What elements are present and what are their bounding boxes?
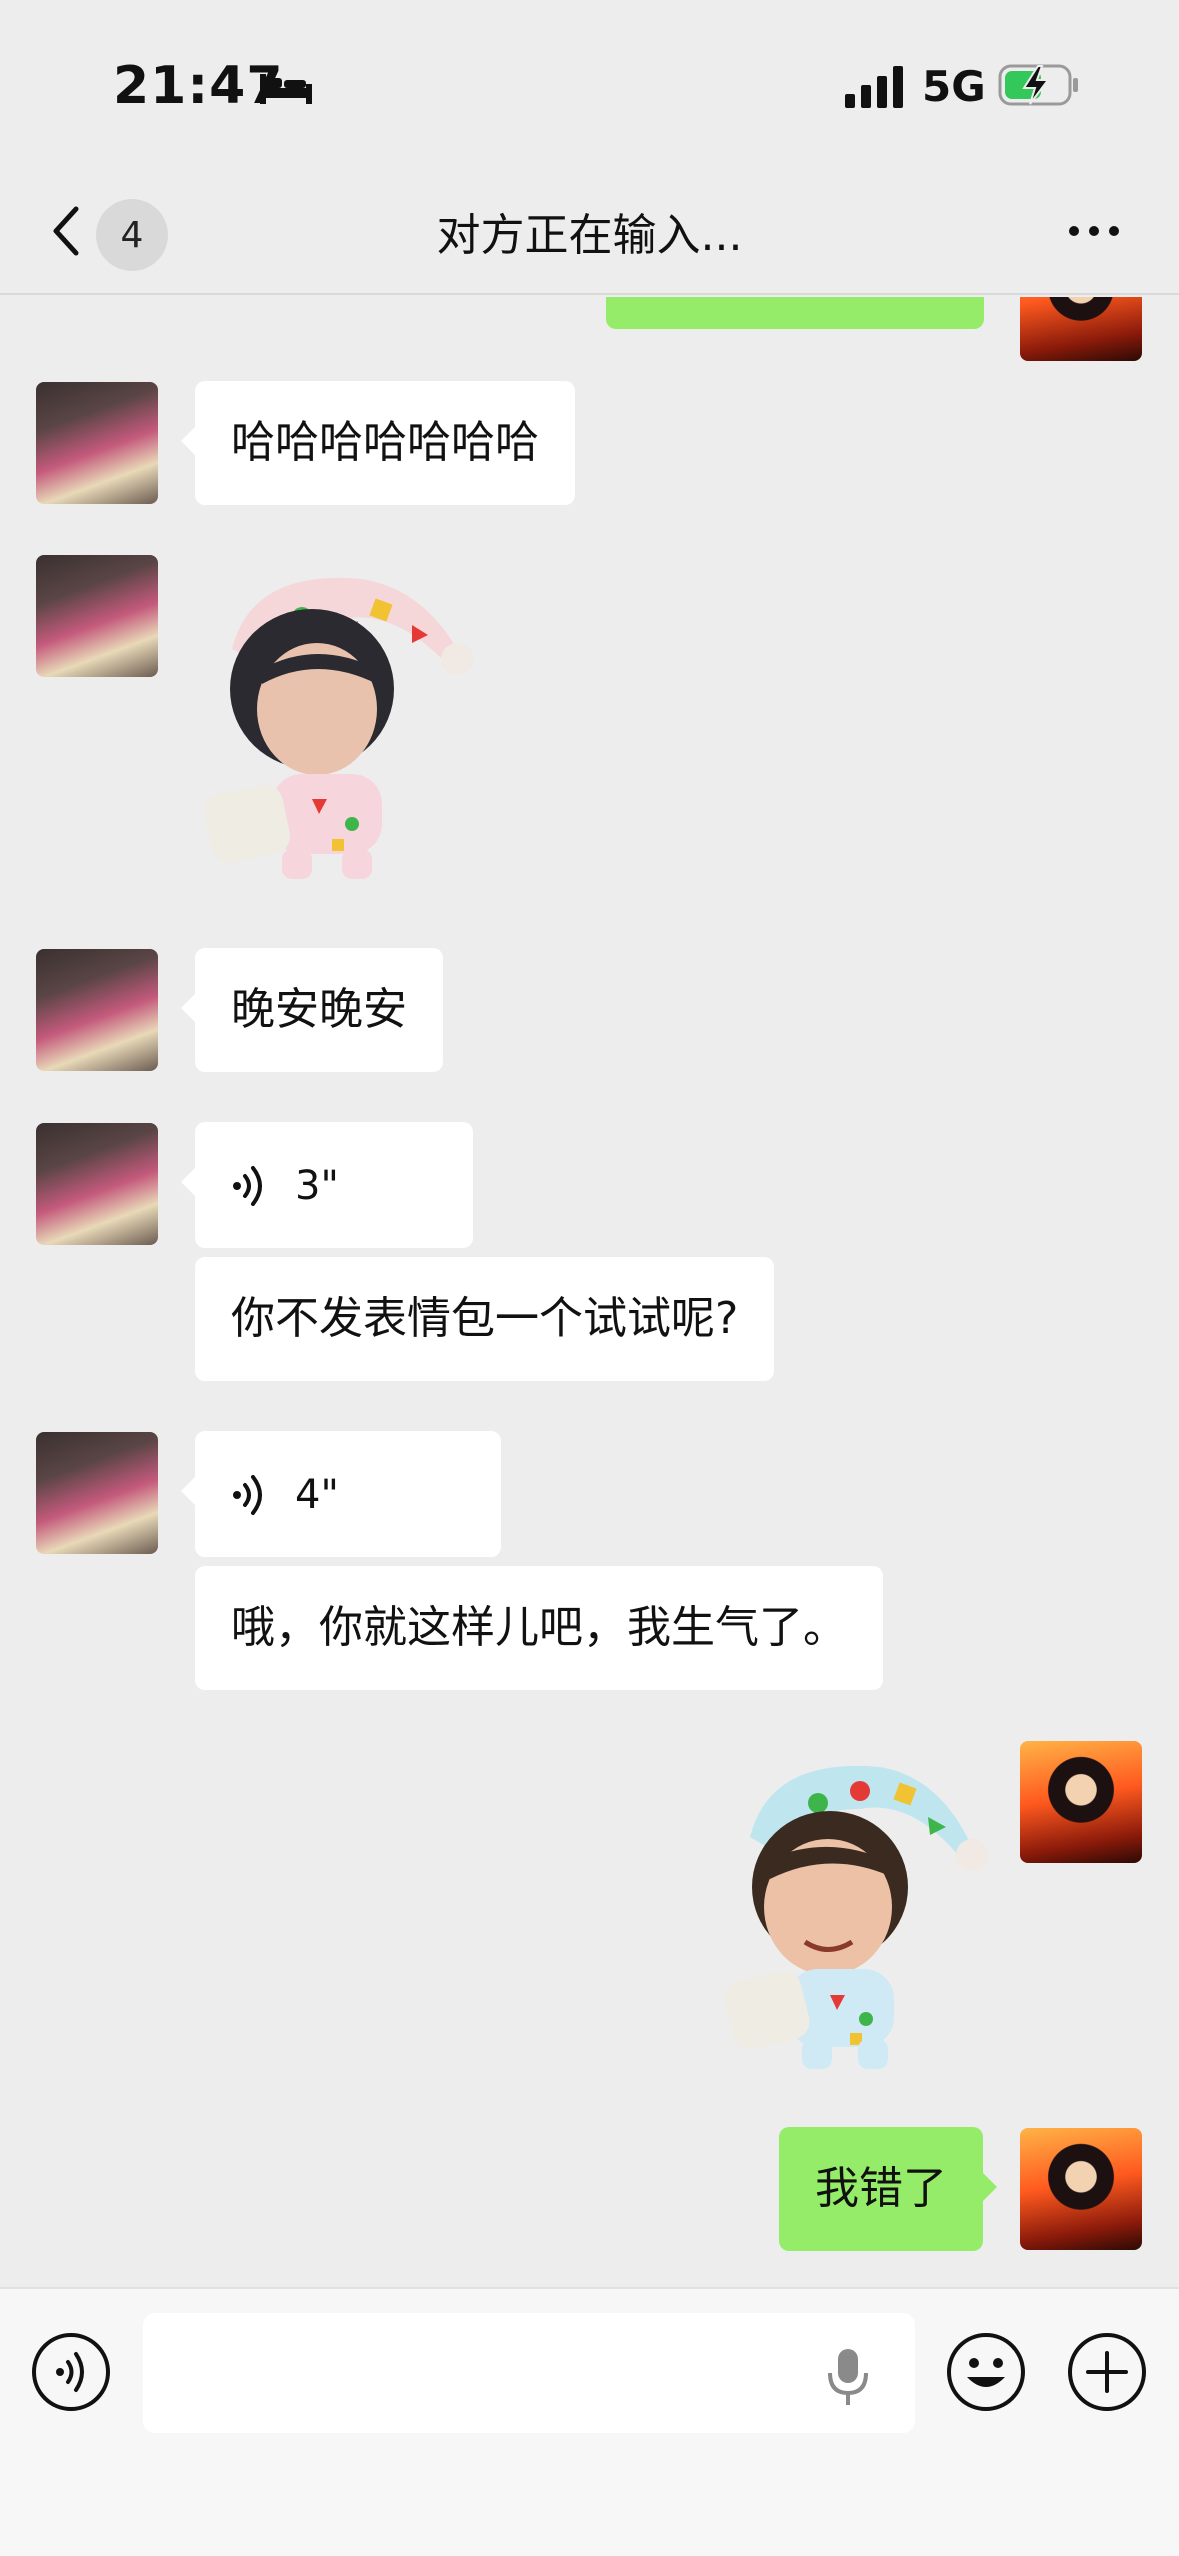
chat-header: 4 对方正在输入... <box>0 175 1179 295</box>
chat-title: 对方正在输入... <box>436 210 743 261</box>
incoming-voice-bubble[interactable]: 4" <box>181 1431 501 1557</box>
outgoing-text-bubble[interactable]: 我错了 <box>779 2127 997 2251</box>
incoming-voice-bubble[interactable]: 3" <box>181 1122 473 1248</box>
message-text: 哈哈哈哈哈哈哈 <box>231 417 539 468</box>
status-bar: 21:47 5G <box>0 0 1179 175</box>
boy-pink-pajamas-sticker[interactable] <box>192 549 492 889</box>
voice-mode-icon[interactable] <box>30 2331 112 2413</box>
friend-avatar[interactable] <box>36 1432 158 1554</box>
message-input[interactable] <box>143 2313 915 2433</box>
incoming-text-bubble[interactable]: 晚安晚安 <box>181 948 443 1072</box>
friend-avatar[interactable] <box>36 1123 158 1245</box>
voice-wave-icon <box>233 1475 262 1515</box>
network-label: 5G <box>922 62 986 111</box>
incoming-text-bubble[interactable]: 哈哈哈哈哈哈哈 <box>181 381 575 505</box>
my-avatar[interactable] <box>1020 297 1142 361</box>
voice-wave-icon <box>233 1166 262 1206</box>
voice-duration: 3" <box>295 1163 339 1209</box>
mic-icon[interactable] <box>826 2347 870 2407</box>
message-text: 晚安晚安 <box>231 984 407 1035</box>
message-text: 哦，你就这样儿吧，我生气了。 <box>231 1602 847 1653</box>
more-icon[interactable] <box>1066 221 1122 241</box>
signal-icon <box>845 66 903 108</box>
plus-icon[interactable] <box>1066 2331 1148 2413</box>
boy-blue-pajamas-sticker[interactable] <box>710 1737 990 2077</box>
friend-avatar[interactable] <box>36 949 158 1071</box>
message-text: 我错了 <box>815 2163 947 2214</box>
my-avatar[interactable] <box>1020 2128 1142 2250</box>
input-bar <box>0 2287 1179 2556</box>
bed-icon <box>260 74 312 104</box>
emoji-icon[interactable] <box>945 2331 1027 2413</box>
voice-duration: 4" <box>295 1472 339 1518</box>
battery-charging-icon <box>998 64 1078 106</box>
message-text: 你不发表情包一个试试呢? <box>231 1293 739 1344</box>
message-list[interactable]: 哈哈哈哈哈哈哈 晚安晚安 3" 你不发表情包一个试试呢? 4" 哦，你就这样儿吧… <box>0 297 1179 2287</box>
friend-avatar[interactable] <box>36 382 158 504</box>
incoming-text-bubble[interactable]: 你不发表情包一个试试呢? <box>195 1257 775 1381</box>
my-avatar[interactable] <box>1020 1741 1142 1863</box>
friend-avatar[interactable] <box>36 555 158 677</box>
previous-outgoing-bubble-partial <box>606 297 984 329</box>
incoming-text-bubble[interactable]: 哦，你就这样儿吧，我生气了。 <box>195 1566 883 1690</box>
